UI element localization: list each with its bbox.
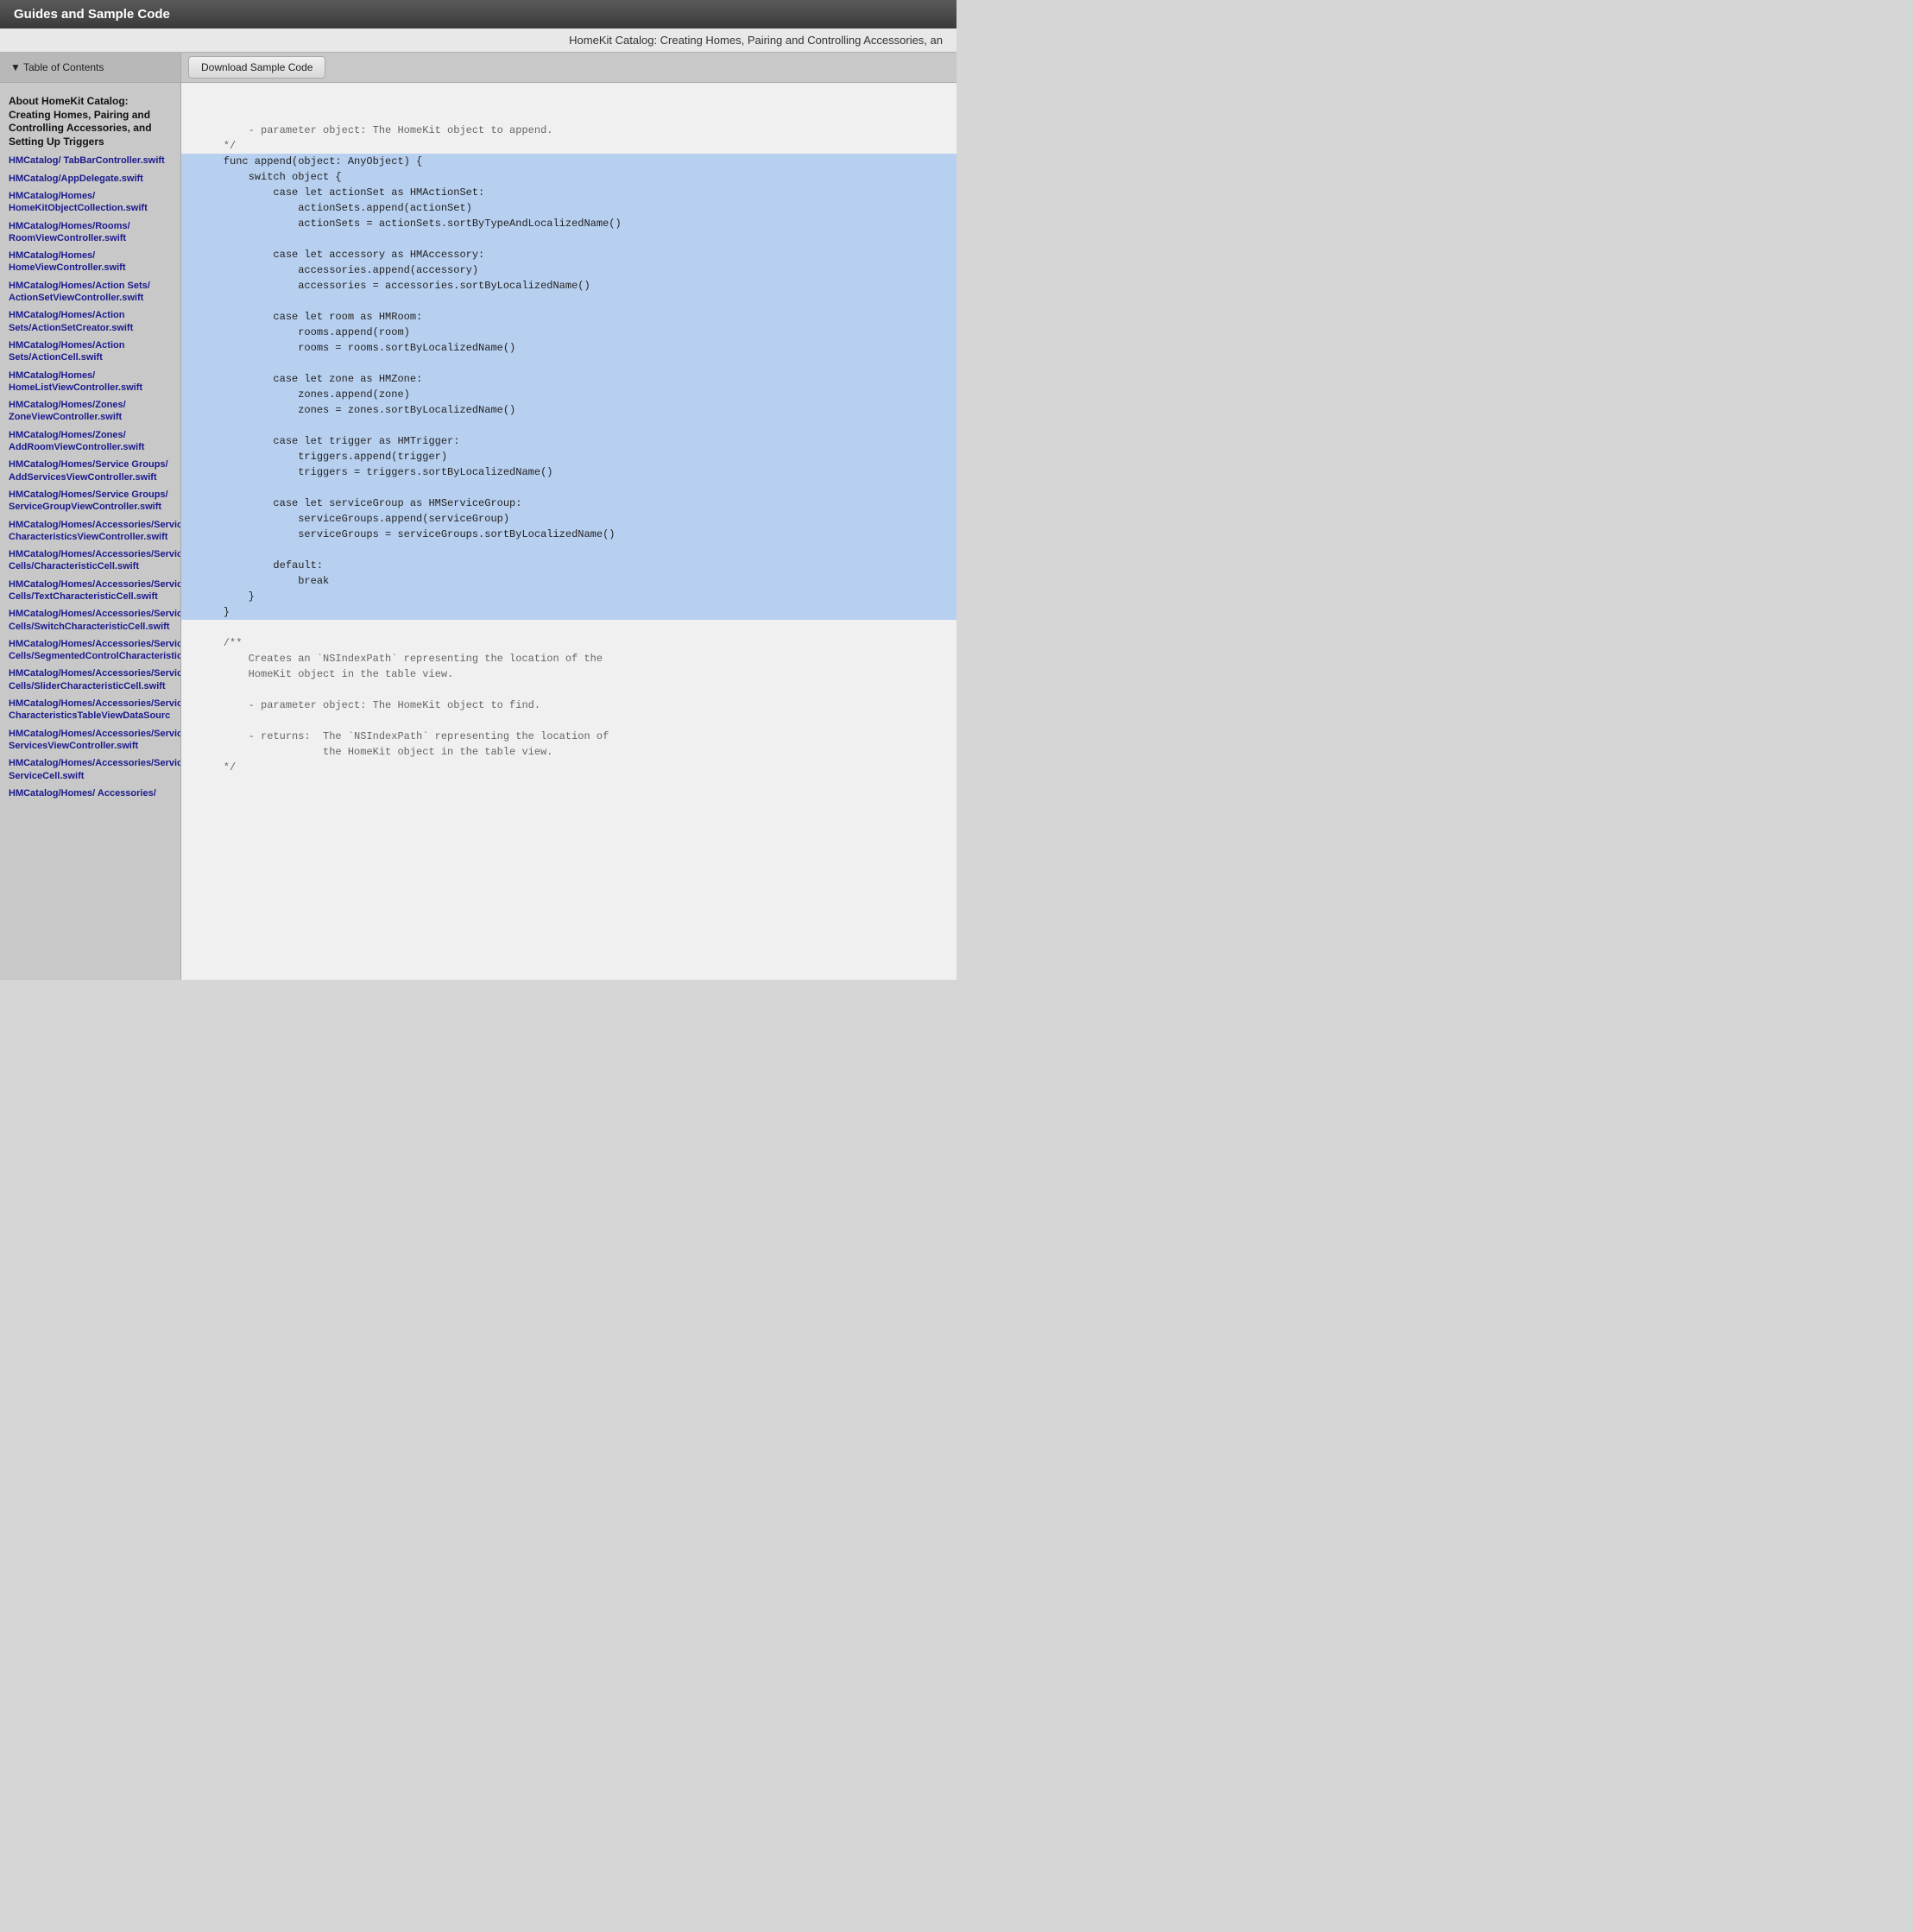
code-line: case let serviceGroup as HMServiceGroup: [181,496,957,511]
sidebar-item-segmentedcontrolcharacteristiccell[interactable]: HMCatalog/Homes/Accessories/Services/Cha… [0,635,180,666]
code-line [181,480,957,496]
toc-toggle-button[interactable]: ▼ Table of Contents [0,53,181,82]
code-line [181,294,957,309]
sidebar-item-servicesviewcontroller[interactable]: HMCatalog/Homes/Accessories/Services/ Se… [0,725,180,755]
sidebar-item-slidercharacteristiccell[interactable]: HMCatalog/Homes/Accessories/Services/Cha… [0,665,180,695]
sidebar-item-servicegroupviewcontroller[interactable]: HMCatalog/Homes/Service Groups/ ServiceG… [0,486,180,516]
code-line: case let zone as HMZone: [181,371,957,387]
code-line: case let room as HMRoom: [181,309,957,325]
code-line: accessories.append(accessory) [181,262,957,278]
code-line: */ [199,760,939,775]
code-line: case let trigger as HMTrigger: [181,433,957,449]
code-line [181,231,957,247]
sidebar-item-homeviewcontroller[interactable]: HMCatalog/Homes/ HomeViewController.swif… [0,247,180,277]
sidebar-item-addservicesviewcontroller[interactable]: HMCatalog/Homes/Service Groups/ AddServi… [0,456,180,486]
code-line: serviceGroups.append(serviceGroup) [181,511,957,527]
sidebar-item-appdelegate[interactable]: HMCatalog/AppDelegate.swift [0,170,180,187]
code-line: triggers.append(trigger) [181,449,957,464]
sidebar-item-servicecell[interactable]: HMCatalog/Homes/Accessories/Services/ Se… [0,754,180,785]
sidebar-item-actionsetviewcontroller[interactable]: HMCatalog/Homes/Action Sets/ ActionSetVi… [0,277,180,307]
code-line: /** [199,635,939,651]
code-line: zones.append(zone) [181,387,957,402]
sidebar-item-actioncell[interactable]: HMCatalog/Homes/Action Sets/ActionCell.s… [0,337,180,367]
code-line: } [181,604,957,620]
code-line: serviceGroups = serviceGroups.sortByLoca… [181,527,957,542]
code-line: rooms = rooms.sortByLocalizedName() [181,340,957,356]
code-line: default: [181,558,957,573]
sidebar-section-about[interactable]: About HomeKit Catalog: Creating Homes, P… [0,90,180,152]
download-sample-code-button[interactable]: Download Sample Code [188,56,325,79]
code-line: - parameter object: The HomeKit object t… [199,123,939,138]
code-line [199,682,939,698]
main-layout: About HomeKit Catalog: Creating Homes, P… [0,83,957,980]
code-line: the HomeKit object in the table view. [199,744,939,760]
sidebar-item-addroomviewcontroller[interactable]: HMCatalog/Homes/Zones/ AddRoomViewContro… [0,426,180,457]
code-line: } [181,589,957,604]
page-title: HomeKit Catalog: Creating Homes, Pairing… [569,34,943,47]
code-block: - parameter object: The HomeKit object t… [181,83,957,815]
app-title: Guides and Sample Code [14,7,170,22]
code-line [199,713,939,729]
code-line [181,418,957,433]
code-line: switch object { [181,169,957,185]
code-line: func append(object: AnyObject) { [181,154,957,169]
sidebar-item-actionsetcreator[interactable]: HMCatalog/Homes/Action Sets/ActionSetCre… [0,306,180,337]
sidebar-item-zoneviewcontroller[interactable]: HMCatalog/Homes/Zones/ ZoneViewControlle… [0,396,180,426]
code-line: - parameter object: The HomeKit object t… [199,698,939,713]
toc-toggle-label: ▼ Table of Contents [10,61,104,73]
code-line: break [181,573,957,589]
code-line: Creates an `NSIndexPath` representing th… [199,651,939,666]
sidebar-item-accessories2[interactable]: HMCatalog/Homes/ Accessories/ [0,785,180,802]
sidebar-item-characteristiccell[interactable]: HMCatalog/Homes/Accessories/Services/Cha… [0,546,180,576]
code-line: zones = zones.sortByLocalizedName() [181,402,957,418]
code-line: - returns: The `NSIndexPath` representin… [199,729,939,744]
code-line: triggers = triggers.sortByLocalizedName(… [181,464,957,480]
code-line: actionSets = actionSets.sortByTypeAndLoc… [181,216,957,231]
sidebar-item-switchcharacteristiccell[interactable]: HMCatalog/Homes/Accessories/Services/Cha… [0,605,180,635]
title-bar: Guides and Sample Code [0,0,957,28]
sidebar-item-characteristicstabledatasource[interactable]: HMCatalog/Homes/Accessories/Services/ Ch… [0,695,180,725]
code-line [199,620,939,635]
code-line: case let actionSet as HMActionSet: [181,185,957,200]
sidebar: About HomeKit Catalog: Creating Homes, P… [0,83,181,980]
code-line: case let accessory as HMAccessory: [181,247,957,262]
content-area: - parameter object: The HomeKit object t… [181,83,957,980]
code-line: */ [199,138,939,154]
code-line [181,356,957,371]
code-line: actionSets.append(actionSet) [181,200,957,216]
code-line: rooms.append(room) [181,325,957,340]
sidebar-item-homelistviewcontroller[interactable]: HMCatalog/Homes/ HomeListViewController.… [0,367,180,397]
sidebar-item-homekitobject[interactable]: HMCatalog/Homes/ HomeKitObjectCollection… [0,187,180,218]
header-bar: HomeKit Catalog: Creating Homes, Pairing… [0,28,957,53]
sidebar-items-container: HMCatalog/ TabBarController.swiftHMCatal… [0,152,180,802]
sidebar-item-roomviewcontroller[interactable]: HMCatalog/Homes/Rooms/ RoomViewControlle… [0,218,180,248]
sidebar-item-textcharacteristiccell[interactable]: HMCatalog/Homes/Accessories/Services/Cha… [0,576,180,606]
sidebar-item-characteristicsviewcontroller[interactable]: HMCatalog/Homes/Accessories/Services/ Ch… [0,516,180,546]
code-line: HomeKit object in the table view. [199,666,939,682]
code-line: accessories = accessories.sortByLocalize… [181,278,957,294]
sidebar-item-tabbar[interactable]: HMCatalog/ TabBarController.swift [0,152,180,169]
code-line [181,542,957,558]
toolbar: ▼ Table of Contents Download Sample Code [0,53,957,83]
